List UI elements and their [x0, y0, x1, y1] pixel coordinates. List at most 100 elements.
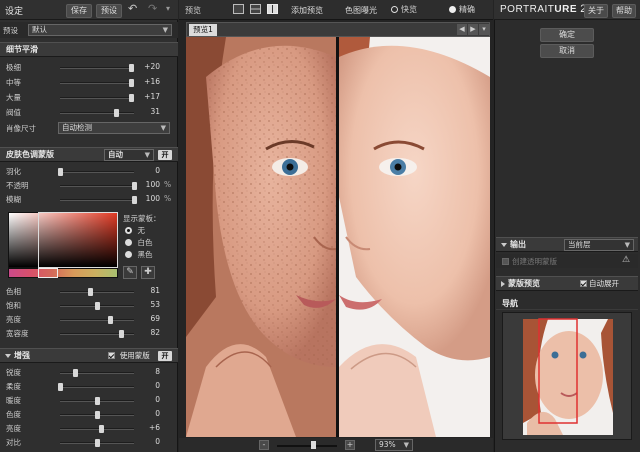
- mask-on-button[interactable]: 开: [158, 150, 172, 160]
- zoom-in-button[interactable]: +: [345, 440, 355, 450]
- menu-chevron-icon[interactable]: ▾: [166, 4, 170, 13]
- hue-strip-marker[interactable]: [38, 268, 58, 278]
- slider-track[interactable]: [60, 182, 137, 190]
- slider-track[interactable]: [60, 397, 134, 405]
- save-button[interactable]: 保存: [66, 4, 92, 18]
- slider-knob[interactable]: [95, 411, 100, 419]
- redo-icon[interactable]: ↷: [148, 2, 157, 15]
- slider-knob[interactable]: [95, 439, 100, 447]
- fast-preview-label: 快览: [401, 5, 417, 14]
- slider-knob[interactable]: [99, 425, 105, 433]
- slider-knob[interactable]: [58, 168, 63, 176]
- mask-radio-white[interactable]: 白色: [125, 237, 153, 248]
- slider-label: 中等: [6, 78, 21, 87]
- slider-track[interactable]: [60, 288, 134, 296]
- tab-preview-1[interactable]: 预览1: [189, 24, 217, 36]
- slider-value[interactable]: 0: [136, 381, 160, 390]
- slider-value[interactable]: 31: [136, 107, 160, 116]
- slider-value[interactable]: 0: [136, 409, 160, 418]
- preset-select[interactable]: 默认 ▼: [28, 24, 172, 36]
- slider-track[interactable]: [60, 79, 135, 87]
- slider-knob[interactable]: [118, 330, 124, 338]
- output-select[interactable]: 当前层 ▼: [564, 239, 634, 251]
- slider-value[interactable]: 0: [136, 166, 160, 175]
- slider-knob[interactable]: [87, 288, 93, 296]
- undo-icon[interactable]: ↶: [128, 2, 137, 15]
- mask-radio-none[interactable]: 无: [125, 225, 145, 236]
- mask-mode-select[interactable]: 自动 ▼: [104, 149, 154, 161]
- portrait-size-select[interactable]: 自动检测 ▼: [58, 122, 170, 134]
- slider-value[interactable]: 69: [136, 314, 160, 323]
- auto-expand-checkbox[interactable]: 自动展开: [580, 277, 619, 291]
- slider-value[interactable]: +17: [136, 92, 160, 101]
- navigator-view[interactable]: [502, 312, 632, 440]
- slider-track[interactable]: [60, 316, 134, 324]
- slider-value[interactable]: 0: [136, 395, 160, 404]
- fast-preview-radio[interactable]: 快览: [391, 4, 417, 15]
- split-vertical-icon[interactable]: [267, 4, 278, 14]
- use-mask-checkbox[interactable]: 使用蒙版: [108, 349, 150, 363]
- tab-menu-icon[interactable]: ▾: [479, 24, 489, 35]
- add-preview-button[interactable]: 添加预览: [291, 5, 323, 16]
- slider-track[interactable]: [60, 330, 134, 338]
- slider-knob[interactable]: [95, 397, 100, 405]
- slider-value[interactable]: 81: [136, 286, 160, 295]
- slider-value[interactable]: 53: [136, 300, 160, 309]
- accurate-preview-radio[interactable]: 精确: [449, 4, 475, 15]
- zoom-slider-knob[interactable]: [311, 441, 316, 449]
- slider-value[interactable]: 8: [136, 367, 160, 376]
- slider-knob[interactable]: [95, 302, 100, 310]
- slider-value[interactable]: 82: [136, 328, 160, 337]
- slider-track[interactable]: [58, 383, 134, 391]
- slider-knob[interactable]: [58, 383, 63, 391]
- slider-track[interactable]: [60, 411, 134, 419]
- slider-value[interactable]: +20: [136, 62, 160, 71]
- slider-knob[interactable]: [113, 109, 119, 117]
- cancel-button[interactable]: 取消: [540, 44, 594, 58]
- slider-track[interactable]: [60, 302, 134, 310]
- split-horizontal-icon[interactable]: [250, 4, 261, 14]
- slider-track[interactable]: [60, 109, 134, 117]
- mask-radio-black[interactable]: 黑色: [125, 249, 153, 260]
- slider-value[interactable]: 0: [136, 437, 160, 446]
- slider-track[interactable]: [58, 168, 134, 176]
- color-picker-selection[interactable]: [38, 212, 118, 268]
- slider-track[interactable]: [60, 196, 137, 204]
- about-button[interactable]: 关于: [584, 4, 608, 18]
- transparent-mask-checkbox[interactable]: 创建透明蒙版: [502, 256, 557, 267]
- hue-strip[interactable]: [8, 268, 118, 278]
- slider-value[interactable]: 100: [136, 180, 160, 189]
- slider-track[interactable]: [60, 369, 134, 377]
- slider-track[interactable]: [60, 425, 134, 433]
- slider-value[interactable]: +16: [136, 77, 160, 86]
- clip-exposure-button[interactable]: 色图曝光: [345, 5, 377, 16]
- slider-track[interactable]: [60, 439, 134, 447]
- slider-knob[interactable]: [129, 64, 135, 72]
- preview-canvas[interactable]: [186, 37, 490, 437]
- tab-next-icon[interactable]: ▶: [468, 24, 478, 35]
- ok-button[interactable]: 确定: [540, 28, 594, 42]
- slider-track[interactable]: [60, 64, 135, 72]
- detail-smoothing-header[interactable]: 细节平滑: [0, 42, 178, 57]
- single-view-icon[interactable]: [233, 4, 244, 14]
- skin-mask-header[interactable]: 皮肤色调蒙版 自动 ▼ 开: [0, 147, 178, 162]
- enhance-header[interactable]: 增强 使用蒙版 开: [0, 348, 178, 363]
- slider-track[interactable]: [60, 94, 135, 102]
- eyedropper-plus-button[interactable]: ✚: [141, 266, 155, 279]
- zoom-select[interactable]: 93% ▼: [375, 439, 413, 451]
- help-button[interactable]: 帮助: [612, 4, 636, 18]
- slider-knob[interactable]: [72, 369, 78, 377]
- slider-knob[interactable]: [129, 79, 135, 87]
- mask-preview-header[interactable]: 蒙版预览 自动展开: [496, 276, 638, 291]
- slider-knob[interactable]: [129, 94, 135, 102]
- tab-prev-icon[interactable]: ◀: [457, 24, 467, 35]
- eyedropper-button[interactable]: ✎: [123, 266, 137, 279]
- output-header[interactable]: 输出 当前层 ▼: [496, 237, 638, 252]
- slider-value[interactable]: +6: [136, 423, 160, 432]
- zoom-slider-track[interactable]: [277, 445, 337, 447]
- slider-knob[interactable]: [108, 316, 114, 324]
- enhance-on-button[interactable]: 开: [158, 351, 172, 361]
- zoom-out-button[interactable]: -: [259, 440, 269, 450]
- slider-value[interactable]: 100: [136, 194, 160, 203]
- presets-button[interactable]: 预设: [96, 4, 122, 18]
